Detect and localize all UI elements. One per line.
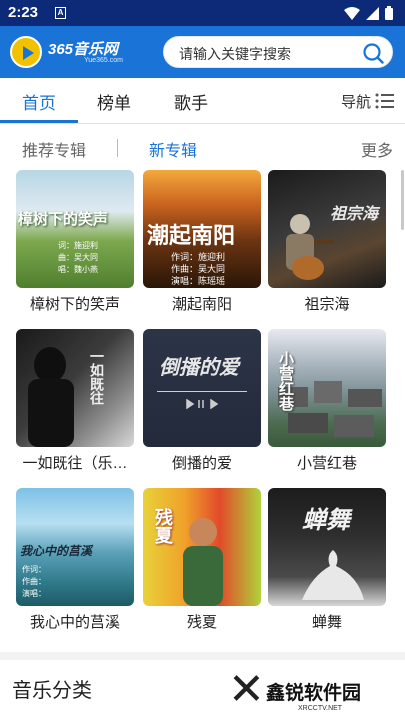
tab-home[interactable]: 首页 — [22, 89, 56, 114]
watermark-url: XRCCTV.NET — [298, 705, 343, 712]
tab-singers[interactable]: 歌手 — [174, 89, 208, 114]
album-subtabs: 推荐专辑 新专辑 更多 — [0, 124, 405, 170]
album-title: 残夏 — [186, 614, 217, 631]
dancer-figure — [302, 550, 364, 600]
cover-title: 小营红巷 — [277, 351, 295, 411]
tab-active-indicator — [0, 120, 78, 123]
album-card[interactable]: 潮起南阳 作词：施迎利 作曲：吴大同 演唱：陈瑶瑶 潮起南阳 — [141, 170, 263, 314]
album-cover: 我心中的莒溪 作词： 作曲： 演唱： — [16, 488, 134, 606]
album-cover: 小营红巷 — [268, 329, 386, 447]
cover-title: 倒播的爱 — [159, 355, 239, 379]
tab-charts[interactable]: 榜单 — [97, 89, 131, 114]
logo-text: 365音乐网 — [48, 41, 119, 58]
cover-title: 樟树下的笑声 — [18, 210, 109, 228]
subtab-recommended[interactable]: 推荐专辑 — [22, 137, 86, 161]
scrollbar[interactable] — [401, 170, 404, 230]
album-card[interactable]: 我心中的莒溪 作词： 作曲： 演唱： 我心中的莒溪 — [14, 488, 136, 632]
battery-icon — [385, 6, 393, 20]
status-icons — [344, 6, 393, 20]
subtab-new-albums[interactable]: 新专辑 — [149, 137, 197, 161]
album-cover: 樟树下的笑声 词：施迎利 曲：吴大同 唱：魏小燕 — [16, 170, 134, 288]
cover-title: 蝉舞 — [302, 505, 350, 534]
album-cover: 蝉舞 — [268, 488, 386, 606]
album-title: 蝉舞 — [311, 614, 342, 631]
album-title: 潮起南阳 — [171, 296, 232, 313]
watermark-logo: ✕ 鑫锐软件园 XRCCTV.NET — [228, 662, 398, 720]
album-card[interactable]: 残夏 残夏 — [141, 488, 263, 632]
cover-credit: 唱：魏小燕 — [58, 265, 98, 274]
cover-credit: 作曲： — [22, 577, 46, 586]
app-header: 365音乐网 Yue365.com 请输入关键字搜索 — [0, 26, 405, 78]
cover-title: 一如既往 — [88, 349, 104, 405]
play-logo-icon — [10, 36, 42, 68]
album-card[interactable]: 一如既往 一如既往（乐… — [14, 329, 136, 473]
album-title: 一如既往（乐… — [22, 455, 128, 472]
search-placeholder: 请输入关键字搜索 — [179, 46, 291, 62]
section-title: 音乐分类 — [12, 680, 92, 702]
progress-line — [157, 391, 247, 392]
album-cover: 残夏 — [143, 488, 261, 606]
album-card[interactable]: 樟树下的笑声 词：施迎利 曲：吴大同 唱：魏小燕 樟树下的笑声 — [14, 170, 136, 314]
watermark-x-icon: ✕ — [228, 664, 265, 715]
album-card[interactable]: 蝉舞 蝉舞 — [266, 488, 388, 632]
cover-title: 祖宗海 — [330, 204, 379, 223]
album-title: 小营红巷 — [296, 455, 357, 472]
cover-credit: 曲：吴大同 — [58, 253, 98, 262]
album-title: 樟树下的笑声 — [29, 296, 120, 313]
cover-credit: 演唱：陈瑶瑶 — [171, 277, 226, 287]
search-bar[interactable]: 请输入关键字搜索 — [163, 36, 393, 68]
singer-silhouette — [28, 347, 74, 447]
album-cover: 一如既往 — [16, 329, 134, 447]
cover-title: 潮起南阳 — [147, 223, 236, 249]
more-link[interactable]: 更多 — [361, 137, 393, 161]
watermark-text: 鑫锐软件园 — [266, 682, 362, 704]
search-icon[interactable] — [362, 42, 384, 64]
album-card[interactable]: 小营红巷 小营红巷 — [266, 329, 388, 473]
album-title: 祖宗海 — [304, 296, 350, 313]
cover-credit: 词：施迎利 — [58, 241, 98, 250]
album-title: 倒播的爱 — [171, 455, 232, 472]
album-cover: 倒播的爱 — [143, 329, 261, 447]
player-controls-icon — [186, 399, 219, 409]
logo-subtext: Yue365.com — [84, 57, 123, 64]
signal-icon — [366, 6, 379, 20]
album-card[interactable]: 倒播的爱 倒播的爱 — [141, 329, 263, 473]
nav-menu-label[interactable]: 导航 — [341, 91, 371, 112]
cover-title: 残夏 — [152, 508, 173, 544]
menu-list-icon[interactable] — [375, 92, 395, 110]
cover-credit: 作词： — [22, 565, 46, 574]
album-card[interactable]: 祖宗海 祖宗海 — [266, 170, 388, 314]
album-cover: 祖宗海 — [268, 170, 386, 288]
site-logo[interactable]: 365音乐网 Yue365.com — [10, 34, 145, 70]
album-cover: 潮起南阳 作词：施迎利 作曲：吴大同 演唱：陈瑶瑶 — [143, 170, 261, 288]
main-tabs: 首页 榜单 歌手 导航 — [0, 78, 405, 124]
subtab-divider — [117, 139, 118, 157]
singer-figure — [183, 518, 223, 606]
status-time: 2:23 — [8, 4, 39, 21]
album-title: 我心中的莒溪 — [29, 614, 120, 631]
notification-a-icon: A — [55, 7, 66, 19]
status-bar: 2:23 A — [0, 0, 405, 26]
guitarist-figure — [286, 214, 334, 280]
cover-credit: 演唱： — [22, 589, 46, 598]
wifi-icon — [344, 6, 360, 20]
cover-title: 我心中的莒溪 — [20, 544, 93, 558]
